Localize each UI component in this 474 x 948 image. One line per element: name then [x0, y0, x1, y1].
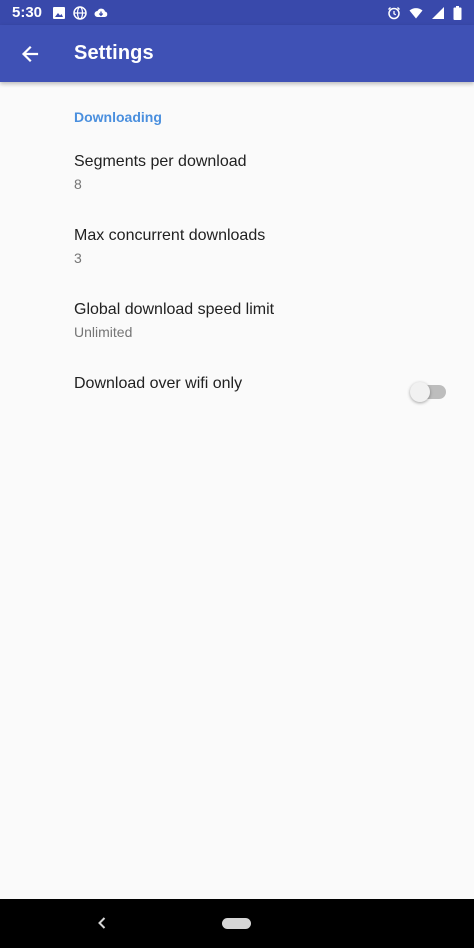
battery-icon [453, 5, 462, 20]
alarm-icon [388, 6, 400, 19]
pref-summary: Unlimited [74, 324, 133, 340]
page-title: Settings [74, 42, 154, 64]
pref-wifi-only[interactable]: Download over wifi only [0, 375, 474, 411]
pref-global-speed-limit[interactable]: Global download speed limit Unlimited [0, 301, 474, 340]
switch-thumb[interactable] [410, 382, 430, 402]
pref-max-concurrent-downloads[interactable]: Max concurrent downloads 3 [0, 227, 474, 266]
image-icon [53, 6, 66, 19]
status-icons-left [52, 5, 108, 20]
app-bar: Settings [0, 25, 474, 82]
back-button[interactable] [2, 25, 58, 82]
status-time: 5:30 [12, 4, 43, 21]
signal-icon [432, 6, 444, 19]
wifi-only-switch[interactable] [410, 382, 446, 402]
pref-summary: 3 [74, 250, 82, 266]
pref-title: Global download speed limit [74, 301, 275, 318]
pref-segments-per-download[interactable]: Segments per download 8 [0, 153, 474, 192]
pref-title: Segments per download [74, 153, 247, 170]
nav-back-icon[interactable] [92, 913, 112, 933]
pref-summary: 8 [74, 176, 82, 192]
status-icons-right [387, 5, 462, 20]
cloud-download-icon [94, 8, 108, 17]
arrow-back-icon [21, 45, 39, 62]
globe-icon [73, 5, 87, 20]
pref-title: Max concurrent downloads [74, 227, 266, 244]
category-header-downloading: Downloading [74, 109, 162, 125]
navigation-bar [0, 899, 474, 948]
status-bar: 5:30 [0, 0, 474, 25]
nav-home-pill[interactable] [222, 918, 251, 929]
wifi-icon [409, 7, 423, 18]
